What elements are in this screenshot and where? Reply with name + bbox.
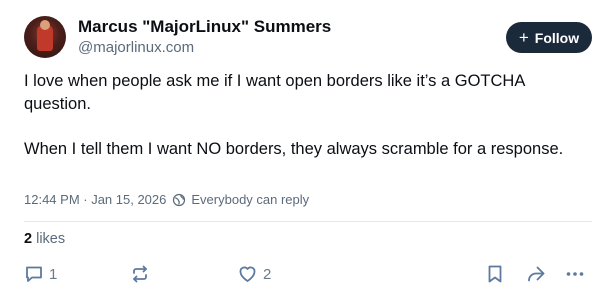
post-paragraph: I love when people ask me if I want open…	[24, 72, 525, 113]
share-icon	[525, 264, 547, 284]
follow-button[interactable]: + Follow	[506, 22, 592, 53]
more-options-button[interactable]	[565, 262, 585, 286]
author-handle[interactable]: @majorlinux.com	[78, 39, 194, 56]
like-button[interactable]: 2	[237, 262, 271, 286]
repost-button[interactable]	[130, 262, 155, 286]
avatar[interactable]	[24, 16, 66, 58]
avatar-head	[40, 20, 50, 30]
reply-count: 1	[49, 265, 58, 283]
reply-icon	[24, 264, 44, 284]
likes-count: 2	[24, 231, 33, 247]
post-timestamp[interactable]: 12:44 PM · Jan 15, 2026	[24, 192, 166, 207]
post-text: I love when people ask me if I want open…	[24, 70, 584, 161]
more-icon	[565, 264, 585, 284]
globe-icon	[172, 193, 186, 207]
repost-icon	[130, 264, 150, 284]
post-paragraph: When I tell them I want NO borders, they…	[24, 140, 564, 158]
like-count: 2	[263, 265, 272, 283]
plus-icon: +	[518, 28, 529, 47]
likes-summary[interactable]: 2 likes	[24, 231, 65, 247]
likes-label: likes	[36, 231, 66, 247]
heart-icon	[237, 264, 258, 284]
post-meta: 12:44 PM · Jan 15, 2026 Everybody can re…	[24, 192, 309, 207]
reply-button[interactable]: 1	[24, 262, 57, 286]
bookmark-button[interactable]	[486, 262, 504, 286]
post-card: Marcus "MajorLinux" Summers @majorlinux.…	[0, 0, 600, 300]
divider	[24, 221, 592, 222]
follow-button-label: Follow	[534, 29, 580, 46]
bookmark-icon	[486, 264, 504, 284]
reply-setting[interactable]: Everybody can reply	[191, 192, 309, 207]
share-button[interactable]	[525, 262, 547, 286]
author-display-name[interactable]: Marcus "MajorLinux" Summers	[78, 17, 331, 37]
